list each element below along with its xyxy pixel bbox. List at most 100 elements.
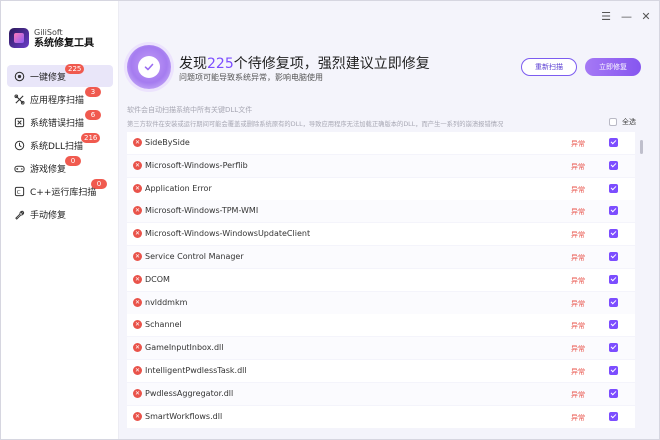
page-subtitle: 问题项可能导致系统异常，影响电脑使用	[179, 73, 323, 82]
error-x-icon: ✕	[133, 160, 142, 170]
count-badge: 0	[91, 179, 107, 189]
table-row: ✕ Microsoft-Windows-TPM-WMI 异常	[127, 200, 635, 223]
item-name: Microsoft-Windows-Perflib	[145, 160, 248, 170]
sidebar-item-app-scan[interactable]: 应用程序扫描 3	[7, 87, 113, 110]
item-checkbox[interactable]	[609, 320, 618, 330]
table-row: ✕ Application Error 异常	[127, 177, 635, 200]
error-x-icon: ✕	[133, 251, 142, 261]
item-name: IntelligentPwdlessTask.dll	[145, 365, 247, 375]
app-logo-icon	[9, 28, 29, 48]
error-x-icon: ✕	[133, 206, 142, 216]
item-name: GameInputInbox.dll	[145, 343, 224, 353]
main-panel: ☰ — ✕ 发现225个待修复项，强烈建议立即修复 问题项可能导致系统异常，影响…	[119, 1, 659, 439]
item-checkbox[interactable]	[609, 183, 618, 193]
item-name: Microsoft-Windows-TPM-WMI	[145, 206, 259, 216]
item-checkbox[interactable]	[609, 274, 618, 284]
error-x-icon: ✕	[133, 183, 142, 193]
status-badge: 异常	[571, 367, 585, 376]
item-name: Microsoft-Windows-WindowsUpdateClient	[145, 229, 311, 239]
status-badge: 异常	[571, 185, 585, 194]
status-badge: 异常	[571, 345, 585, 354]
table-row: ✕ PwdlessAggregator.dll 异常	[127, 382, 635, 405]
error-x-icon: ✕	[133, 343, 142, 353]
description-line1: 软件会自动扫描系统中所有关键DLL文件	[127, 106, 253, 114]
item-checkbox[interactable]	[609, 138, 618, 147]
item-checkbox[interactable]	[609, 411, 618, 421]
svg-text:C: C	[16, 189, 20, 195]
table-row: ✕ SideBySide 异常	[127, 132, 635, 154]
sidebar-item-label: 一键修复	[30, 72, 67, 83]
item-checkbox[interactable]	[609, 365, 618, 375]
sidebar-item-label: 应用程序扫描	[30, 95, 85, 106]
status-badge: 异常	[571, 299, 585, 308]
item-checkbox[interactable]	[609, 251, 618, 261]
item-checkbox[interactable]	[609, 297, 618, 307]
sidebar-item-label: 系统错误扫描	[30, 118, 85, 129]
status-badge: 异常	[571, 140, 585, 148]
window-controls: ☰ — ✕	[601, 11, 651, 23]
sidebar-item-cpp-runtime-scan[interactable]: C C++运行库扫描 0	[7, 179, 113, 202]
error-x-icon: ✕	[133, 411, 142, 421]
count-badge: 216	[81, 133, 101, 143]
error-x-icon: ✕	[133, 388, 142, 398]
title-suffix: 个待修复项，强烈建议立即修复	[233, 56, 430, 72]
status-badge: 异常	[571, 413, 585, 422]
item-checkbox[interactable]	[609, 229, 618, 239]
item-name: DCOM	[145, 274, 170, 284]
cpp-icon: C	[13, 185, 25, 197]
table-row: ✕ IntelligentPwdlessTask.dll 异常	[127, 359, 635, 382]
select-all-checkbox[interactable]: 全选	[609, 117, 636, 127]
status-badge: 异常	[571, 322, 585, 331]
dll-icon	[13, 139, 25, 151]
scan-icon	[13, 70, 25, 82]
count-badge: 0	[65, 156, 81, 166]
wrench-icon	[13, 208, 25, 220]
fix-now-button[interactable]: 立即修复	[585, 58, 641, 76]
app-icon	[13, 93, 25, 105]
sidebar-item-manual-repair[interactable]: 手动修复	[7, 203, 113, 225]
sidebar-item-system-error-scan[interactable]: 系统错误扫描 6	[7, 110, 113, 133]
item-name: PwdlessAggregator.dll	[145, 388, 234, 398]
item-name: SmartWorkflows.dll	[145, 411, 223, 421]
error-x-icon: ✕	[133, 320, 142, 330]
error-x-icon: ✕	[133, 138, 142, 147]
count-badge: 6	[85, 110, 101, 120]
sidebar-item-label: 游戏修复	[30, 164, 67, 175]
table-row: ✕ Service Control Manager 异常	[127, 245, 635, 268]
checkbox-box	[609, 118, 617, 126]
scrollbar-thumb[interactable]	[640, 140, 643, 154]
table-row: ✕ Microsoft-Windows-WindowsUpdateClient …	[127, 223, 635, 246]
item-name: Schannel	[145, 320, 182, 330]
status-badge: 异常	[571, 253, 585, 262]
game-icon	[13, 162, 25, 174]
brand-name: 系统修复工具	[34, 38, 94, 49]
error-x-icon: ✕	[133, 297, 142, 307]
item-checkbox[interactable]	[609, 206, 618, 216]
sidebar-item-game-repair[interactable]: 游戏修复 0	[7, 156, 113, 179]
item-name: nvlddmkm	[145, 297, 188, 307]
item-name: SideBySide	[145, 138, 190, 147]
close-icon[interactable]: ✕	[641, 11, 651, 23]
status-badge: 异常	[571, 390, 585, 399]
item-checkbox[interactable]	[609, 388, 618, 398]
status-badge: 异常	[571, 162, 585, 171]
item-checkbox[interactable]	[609, 160, 618, 170]
title-prefix: 发现	[179, 56, 207, 72]
count-badge: 225	[65, 64, 85, 74]
app-window: GiliSoft 系统修复工具 一键修复 225 应用程序扫描 3 系统错误扫描…	[0, 0, 660, 440]
page-title: 发现225个待修复项，强烈建议立即修复	[179, 53, 430, 73]
menu-icon[interactable]: ☰	[601, 11, 611, 23]
rescan-button[interactable]: 重新扫描	[521, 58, 577, 76]
sidebar-item-dll-scan[interactable]: 系统DLL扫描 216	[7, 133, 113, 156]
item-name: Application Error	[145, 183, 212, 193]
sidebar-item-one-click-repair[interactable]: 一键修复 225	[7, 64, 113, 87]
item-checkbox[interactable]	[609, 343, 618, 353]
sidebar: GiliSoft 系统修复工具 一键修复 225 应用程序扫描 3 系统错误扫描…	[1, 1, 119, 439]
issue-count: 225	[207, 56, 234, 72]
description-line2: 第三方软件在安装或运行期间可能会覆盖或删除系统原有的DLL，导致应用程序无法加载…	[127, 121, 504, 128]
minimize-icon[interactable]: —	[621, 11, 632, 23]
error-x-icon: ✕	[133, 229, 142, 239]
status-badge: 异常	[571, 208, 585, 217]
sidebar-nav: 一键修复 225 应用程序扫描 3 系统错误扫描 6 系统DLL扫描 216 游…	[7, 64, 113, 226]
brand: GiliSoft 系统修复工具	[9, 27, 94, 49]
